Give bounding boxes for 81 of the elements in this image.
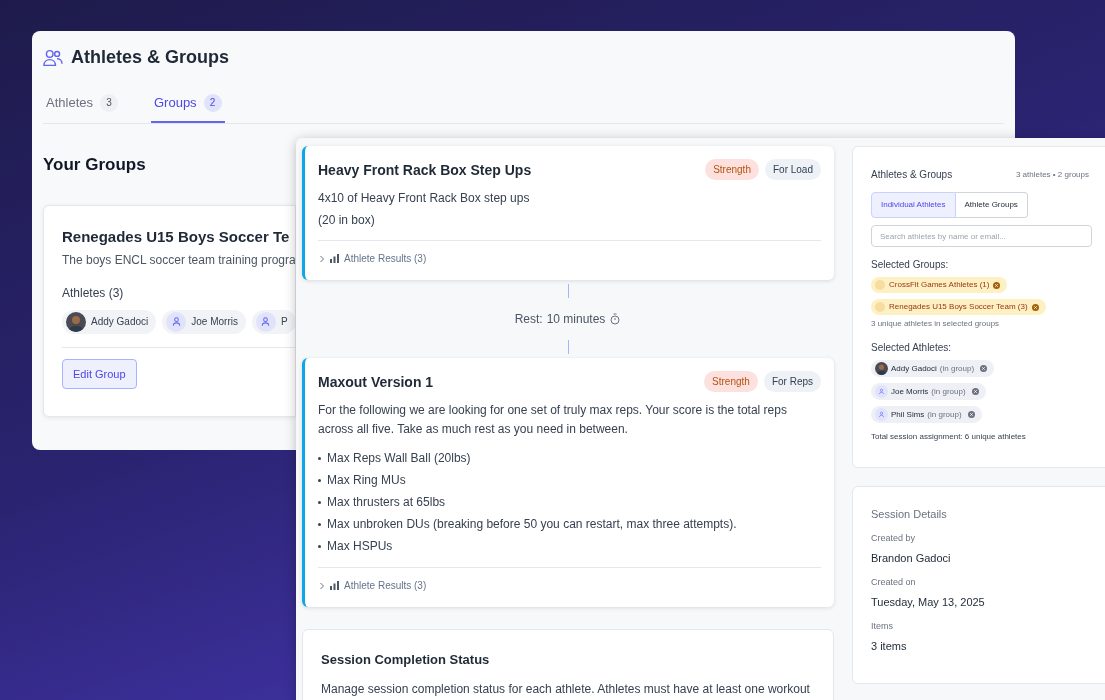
avatar-icon	[875, 408, 888, 421]
remove-icon[interactable]	[980, 365, 988, 372]
athlete-results-toggle[interactable]: Athlete Results (3)	[318, 251, 427, 266]
chevron-icon	[318, 581, 326, 590]
bullet-icon	[318, 500, 321, 504]
remove-icon[interactable]	[1031, 303, 1039, 311]
completion-description: Manage session completion status for each athlete. Athletes must have at least one workout	[321, 680, 811, 698]
bullet-icon	[318, 478, 321, 482]
section-title: Your Groups	[43, 153, 146, 176]
avatar-icon	[166, 311, 187, 332]
group-chip: CrossFit Games Athletes (1)	[871, 277, 1008, 293]
avatar-icon	[875, 385, 888, 398]
bar-chart-icon	[330, 254, 340, 263]
selected-athletes-label: Selected Athletes:	[871, 341, 953, 355]
workout-description: 4x10 of Heavy Front Rack Box step ups	[318, 190, 531, 207]
toggle-option[interactable]: Individual Athletes	[871, 192, 956, 218]
bar-chart-icon	[330, 581, 340, 590]
tag: For Load	[764, 159, 821, 180]
window-title: Athletes & Groups	[71, 46, 230, 69]
field-value: Brandon Gadoci	[871, 551, 952, 566]
groups-note: 3 unique athletes in selected groups	[871, 318, 1001, 330]
exercise-item: Max thrusters at 65lbs	[327, 494, 446, 511]
group-description: The boys ENCL soccer team training progra	[62, 251, 295, 269]
field-label: Created on	[871, 575, 917, 589]
remove-icon[interactable]	[993, 281, 1001, 289]
workout-description: (20 in box)	[318, 212, 376, 229]
remove-icon[interactable]	[971, 388, 979, 395]
avatar-icon	[66, 311, 86, 332]
athlete-note: (in group)	[927, 408, 962, 421]
card-title: Athletes & Groups	[871, 168, 953, 182]
athlete-note: (in group)	[939, 362, 975, 375]
tag: Strength	[704, 371, 758, 392]
bullet-icon	[318, 544, 321, 548]
workout-description: For the following we are looking for one set of truly max reps. Your score is the total reps across all five. Take as much rest as you need in between.	[318, 402, 788, 438]
athlete-name: Addy Gadoci	[891, 362, 937, 375]
athlete-chip: P	[251, 309, 295, 334]
group-chip: Renegades U15 Boys Soccer Team (3)	[871, 299, 1046, 315]
tab[interactable]: Groups 2	[151, 93, 225, 123]
athlete-chip: Addy Gadoci	[62, 309, 157, 334]
field-value: 3 items	[871, 639, 908, 654]
edit-group-button[interactable]: Edit Group	[62, 358, 137, 389]
workout-title: Heavy Front Rack Box Step Ups	[318, 161, 532, 180]
summary-text: 3 athletes • 2 groups	[1015, 168, 1089, 181]
exercise-item: Max Reps Wall Ball (20lbs)	[327, 450, 471, 467]
exercise-item: Max Ring MUs	[327, 472, 406, 489]
selected-groups-label: Selected Groups:	[871, 258, 950, 272]
bullet-icon	[318, 522, 321, 526]
completion-title: Session Completion Status	[321, 651, 491, 669]
card-title: Session Details	[871, 507, 948, 522]
athlete-results-toggle[interactable]: Athlete Results (3)	[318, 578, 427, 593]
stopwatch-icon	[609, 313, 622, 325]
exercise-item: Max unbroken DUs (breaking before 50 you can restart, max three attempts).	[327, 516, 737, 533]
field-label: Created by	[871, 531, 917, 545]
group-icon	[875, 280, 885, 290]
count-badge: 3	[100, 93, 118, 112]
tab[interactable]: Athletes 3	[43, 93, 121, 123]
tag: For Reps	[763, 371, 821, 392]
group-icon	[875, 302, 885, 312]
field-value: Tuesday, May 13, 2025	[871, 595, 986, 610]
rest-label: Rest:	[514, 311, 543, 328]
athlete-name: Phil Sims	[891, 408, 925, 421]
remove-icon[interactable]	[967, 411, 975, 418]
athlete-chip: Joe Morris	[162, 309, 246, 334]
rest-duration: 10 minutes	[546, 311, 606, 328]
chevron-icon	[318, 254, 326, 263]
workout-title: Maxout Version 1	[318, 373, 434, 392]
toggle-option[interactable]: Athlete Groups	[955, 192, 1028, 218]
athlete-name: Joe Morris	[891, 385, 929, 398]
search-field[interactable]: Search athletes by name or email...	[871, 225, 1092, 247]
athletes-count-label: Athletes (3)	[62, 284, 125, 302]
users-icon	[43, 48, 63, 67]
bullet-icon	[318, 456, 321, 460]
avatar-icon	[255, 311, 276, 332]
count-badge: 2	[203, 93, 222, 112]
total-assignment: Total session assignment: 6 unique athletes	[871, 431, 1027, 443]
exercise-item: Max HSPUs	[327, 538, 393, 555]
athlete-note: (in group)	[931, 385, 966, 398]
tag: Strength	[705, 159, 759, 180]
avatar-icon	[875, 362, 888, 375]
field-label: Items	[871, 619, 894, 633]
group-name: Renegades U15 Boys Soccer Te	[62, 227, 290, 247]
